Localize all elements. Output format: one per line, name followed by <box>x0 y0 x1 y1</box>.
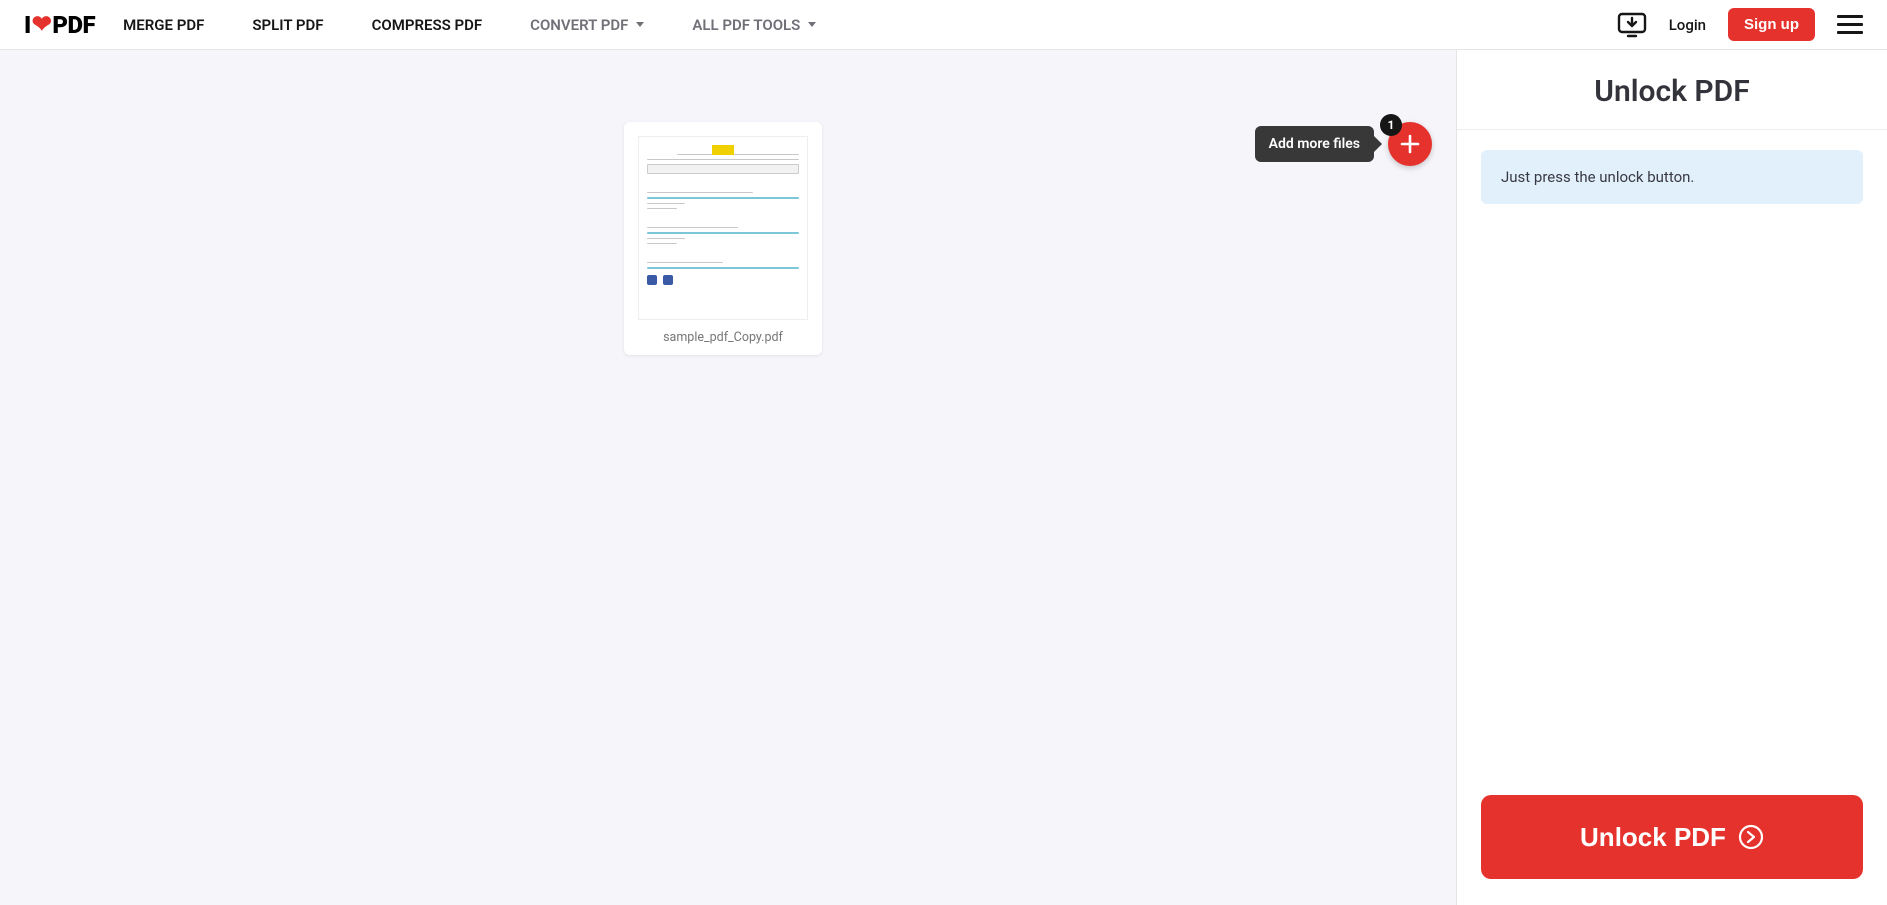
heart-icon: ❤ <box>32 10 52 38</box>
sidebar-title: Unlock PDF <box>1477 74 1867 109</box>
nav-merge-pdf[interactable]: MERGE PDF <box>123 16 204 34</box>
sidebar-footer: Unlock PDF <box>1457 775 1887 905</box>
nav-convert-pdf[interactable]: CONVERT PDF <box>530 16 644 34</box>
signup-button[interactable]: Sign up <box>1728 8 1815 41</box>
download-desktop-icon[interactable] <box>1617 12 1647 38</box>
nav-label: COMPRESS PDF <box>372 16 483 34</box>
file-card[interactable]: sample_pdf_Copy.pdf <box>624 122 822 355</box>
hamburger-menu-icon[interactable] <box>1837 13 1863 36</box>
nav-all-pdf-tools[interactable]: ALL PDF TOOLS <box>692 16 816 34</box>
plus-icon <box>1399 133 1421 155</box>
header-right: Login Sign up <box>1617 8 1863 41</box>
sidebar-header: Unlock PDF <box>1457 50 1887 130</box>
sidebar: Unlock PDF Just press the unlock button.… <box>1457 50 1887 905</box>
arrow-circle-right-icon <box>1738 824 1764 850</box>
info-text: Just press the unlock button. <box>1501 168 1694 186</box>
unlock-pdf-button[interactable]: Unlock PDF <box>1481 795 1863 879</box>
info-box: Just press the unlock button. <box>1481 150 1863 204</box>
nav-label: MERGE PDF <box>123 16 204 34</box>
nav-links: MERGE PDF SPLIT PDF COMPRESS PDF CONVERT… <box>123 16 816 34</box>
tooltip-label: Add more files <box>1269 136 1360 152</box>
main-canvas: sample_pdf_Copy.pdf Add more files 1 <box>0 50 1457 905</box>
nav-label: SPLIT PDF <box>252 16 323 34</box>
top-nav: I ❤ PDF MERGE PDF SPLIT PDF COMPRESS PDF… <box>0 0 1887 50</box>
chevron-down-icon <box>808 22 816 27</box>
login-link[interactable]: Login <box>1669 16 1706 34</box>
sidebar-body: Just press the unlock button. <box>1457 130 1887 775</box>
nav-split-pdf[interactable]: SPLIT PDF <box>252 16 323 34</box>
login-label: Login <box>1669 16 1706 34</box>
unlock-label: Unlock PDF <box>1580 822 1726 853</box>
file-name: sample_pdf_Copy.pdf <box>638 330 808 345</box>
add-more-wrap: Add more files 1 <box>1255 122 1432 166</box>
add-more-tooltip: Add more files <box>1255 126 1374 162</box>
file-count-badge: 1 <box>1380 114 1402 136</box>
add-file-button[interactable]: 1 <box>1388 122 1432 166</box>
file-thumbnail <box>638 136 808 320</box>
signup-label: Sign up <box>1744 16 1799 33</box>
nav-label: ALL PDF TOOLS <box>692 16 800 34</box>
logo-text-prefix: I <box>24 11 31 39</box>
nav-compress-pdf[interactable]: COMPRESS PDF <box>372 16 483 34</box>
chevron-down-icon <box>636 22 644 27</box>
logo[interactable]: I ❤ PDF <box>24 11 95 39</box>
logo-text-suffix: PDF <box>52 11 95 39</box>
nav-label: CONVERT PDF <box>530 16 628 34</box>
